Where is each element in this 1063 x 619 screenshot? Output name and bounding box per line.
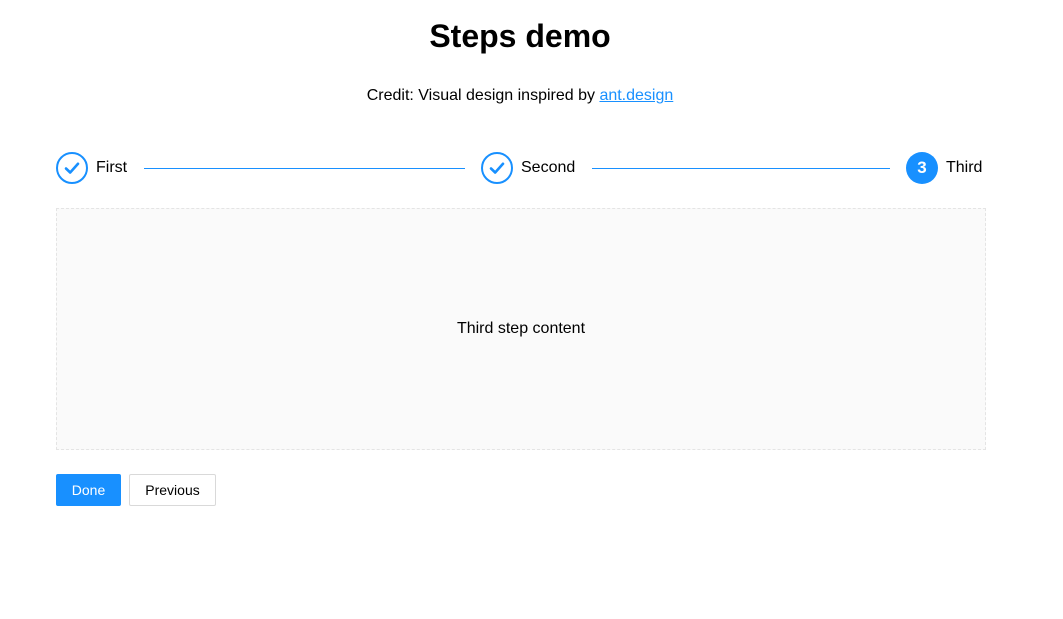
done-button[interactable]: Done bbox=[56, 474, 121, 506]
credit-line: Credit: Visual design inspired by ant.de… bbox=[0, 86, 1040, 106]
step-label: Third bbox=[946, 159, 983, 176]
check-circle-icon bbox=[481, 152, 513, 184]
check-icon bbox=[489, 162, 505, 174]
credit-text: Credit: Visual design inspired by bbox=[366, 87, 600, 104]
check-circle-icon bbox=[56, 152, 88, 184]
steps: First Second 3 Third bbox=[56, 152, 986, 184]
step-first[interactable]: First bbox=[56, 152, 127, 184]
step-content-panel: Third step content bbox=[56, 208, 986, 450]
credit-link[interactable]: ant.design bbox=[599, 87, 673, 104]
page: Steps demo Credit: Visual design inspire… bbox=[0, 0, 1063, 619]
step-content-text: Third step content bbox=[456, 320, 586, 337]
step-third[interactable]: 3 Third bbox=[906, 152, 982, 184]
step-connector bbox=[144, 168, 465, 169]
check-icon bbox=[64, 162, 80, 174]
page-title: Steps demo bbox=[429, 18, 611, 54]
step-number-badge: 3 bbox=[906, 152, 938, 184]
step-label: Second bbox=[521, 159, 576, 176]
step-connector bbox=[592, 168, 890, 169]
step-label: First bbox=[96, 159, 128, 176]
step-second[interactable]: Second bbox=[481, 152, 575, 184]
previous-button[interactable]: Previous bbox=[129, 474, 216, 506]
